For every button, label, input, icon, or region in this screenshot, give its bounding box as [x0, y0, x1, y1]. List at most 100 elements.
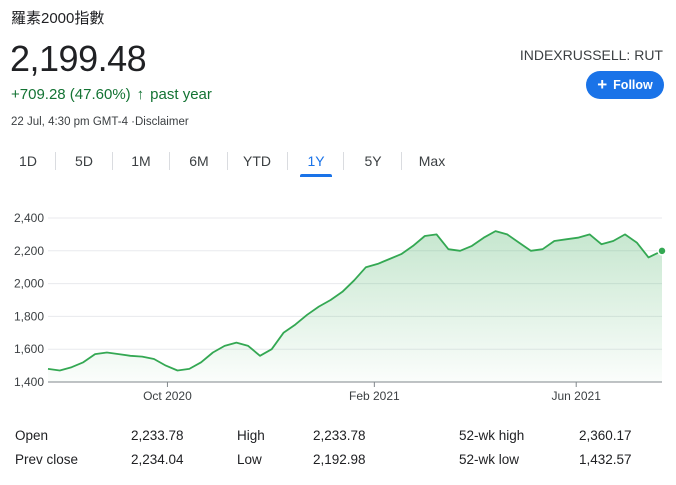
- tab-1y[interactable]: 1Y: [300, 147, 332, 177]
- price-point: [70, 365, 74, 369]
- tab-divider: [169, 152, 170, 170]
- price-point: [128, 354, 132, 358]
- price-change: +709.28 (47.60%) ↑ past year: [11, 86, 212, 103]
- meta-separator: ·: [127, 116, 135, 128]
- price-point: [564, 237, 568, 241]
- tab-1m[interactable]: 1M: [122, 147, 160, 177]
- tab-divider: [55, 152, 56, 170]
- key-stats: Open 2,233.78 High 2,233.78 52-wk high 2…: [0, 424, 676, 474]
- stat-label-52wk-high: 52-wk high: [459, 428, 525, 443]
- stat-label-low: Low: [237, 452, 262, 467]
- price-point: [647, 255, 651, 259]
- price-point: [246, 344, 250, 348]
- current-price-dot: [657, 246, 667, 256]
- y-tick-label: 1,800: [14, 309, 44, 323]
- price-point: [599, 242, 603, 246]
- price-point: [81, 360, 85, 364]
- price-point: [552, 239, 556, 243]
- stat-label-open: Open: [15, 428, 49, 443]
- change-value: +709.28 (47.60%): [11, 86, 131, 103]
- page-title: 羅素2000指數: [11, 10, 105, 27]
- price-point: [529, 249, 533, 253]
- tab-divider: [227, 152, 228, 170]
- tab-divider: [112, 152, 113, 170]
- change-period: past year: [150, 86, 212, 103]
- y-tick-label: 1,400: [14, 375, 44, 389]
- timestamp: 22 Jul, 4:30 pm GMT-4: [11, 116, 128, 128]
- arrow-up-icon: ↑: [136, 86, 145, 103]
- follow-label: Follow: [613, 78, 653, 92]
- tab-divider: [401, 152, 402, 170]
- price-area: [48, 231, 662, 382]
- ticker-symbol: INDEXRUSSELL: RUT: [519, 47, 663, 63]
- tab-5d[interactable]: 5D: [66, 147, 102, 177]
- price-point: [58, 369, 62, 373]
- y-tick-label: 1,600: [14, 342, 44, 356]
- disclaimer-link[interactable]: Disclaimer: [135, 116, 189, 128]
- stat-value-52wk-low: 1,432.57: [579, 452, 632, 467]
- price-point: [305, 313, 309, 317]
- plus-icon: +: [597, 75, 608, 94]
- price-point: [352, 278, 356, 282]
- price-point: [258, 354, 262, 358]
- current-price: 2,199.48: [10, 38, 147, 79]
- price-point: [423, 234, 427, 238]
- stat-value-high: 2,233.78: [313, 428, 366, 443]
- price-point: [458, 249, 462, 253]
- stat-value-open: 2,233.78: [131, 428, 184, 443]
- stat-value-52wk-high: 2,360.17: [579, 428, 632, 443]
- price-point: [340, 290, 344, 294]
- y-tick-label: 2,400: [14, 211, 44, 225]
- x-tick-label: Jun 2021: [552, 389, 602, 403]
- price-chart[interactable]: 1,400 1,600 1,800 2,000 2,200 2,400 Oct 2020 F…: [0, 200, 676, 410]
- price-point: [282, 331, 286, 335]
- y-tick-label: 2,200: [14, 244, 44, 258]
- stat-label-prev-close: Prev close: [15, 452, 79, 467]
- price-point: [223, 344, 227, 348]
- price-point: [293, 323, 297, 327]
- price-point: [446, 247, 450, 251]
- tab-divider: [287, 152, 288, 170]
- price-point: [187, 367, 191, 371]
- price-point: [399, 252, 403, 256]
- price-point: [117, 352, 121, 356]
- price-point: [470, 244, 474, 248]
- price-point: [517, 241, 521, 245]
- price-point: [482, 236, 486, 240]
- price-point: [505, 232, 509, 236]
- price-point: [270, 347, 274, 351]
- price-point: [317, 305, 321, 309]
- price-point: [364, 265, 368, 269]
- x-axis-ticks: Oct 2020 Feb 2021 Jun 2021: [143, 382, 601, 403]
- y-axis-labels: 1,400 1,600 1,800 2,000 2,200 2,400: [14, 211, 44, 389]
- follow-button[interactable]: + Follow: [586, 71, 664, 99]
- timestamp-line: 22 Jul, 4:30 pm GMT-4 ·Disclaimer: [11, 116, 189, 128]
- stat-label-52wk-low: 52-wk low: [459, 452, 520, 467]
- price-point: [93, 352, 97, 356]
- price-point: [376, 262, 380, 266]
- tab-5y[interactable]: 5Y: [356, 147, 390, 177]
- x-tick-label: Oct 2020: [143, 389, 192, 403]
- price-point: [105, 350, 109, 354]
- tab-6m[interactable]: 6M: [180, 147, 218, 177]
- price-point: [635, 241, 639, 245]
- price-point: [211, 350, 215, 354]
- price-point: [140, 355, 144, 359]
- price-point: [234, 341, 238, 345]
- stat-label-high: High: [237, 428, 265, 443]
- price-point: [176, 369, 180, 373]
- tab-1d[interactable]: 1D: [10, 147, 46, 177]
- price-point: [588, 232, 592, 236]
- tab-max[interactable]: Max: [412, 147, 452, 177]
- price-point: [329, 298, 333, 302]
- price-point: [435, 232, 439, 236]
- price-point: [623, 232, 627, 236]
- price-point: [152, 357, 156, 361]
- stat-value-low: 2,192.98: [313, 452, 366, 467]
- price-point: [387, 257, 391, 261]
- y-tick-label: 2,000: [14, 277, 44, 291]
- tab-ytd[interactable]: YTD: [236, 147, 278, 177]
- stat-value-prev-close: 2,234.04: [131, 452, 184, 467]
- price-point: [541, 247, 545, 251]
- price-point: [411, 244, 415, 248]
